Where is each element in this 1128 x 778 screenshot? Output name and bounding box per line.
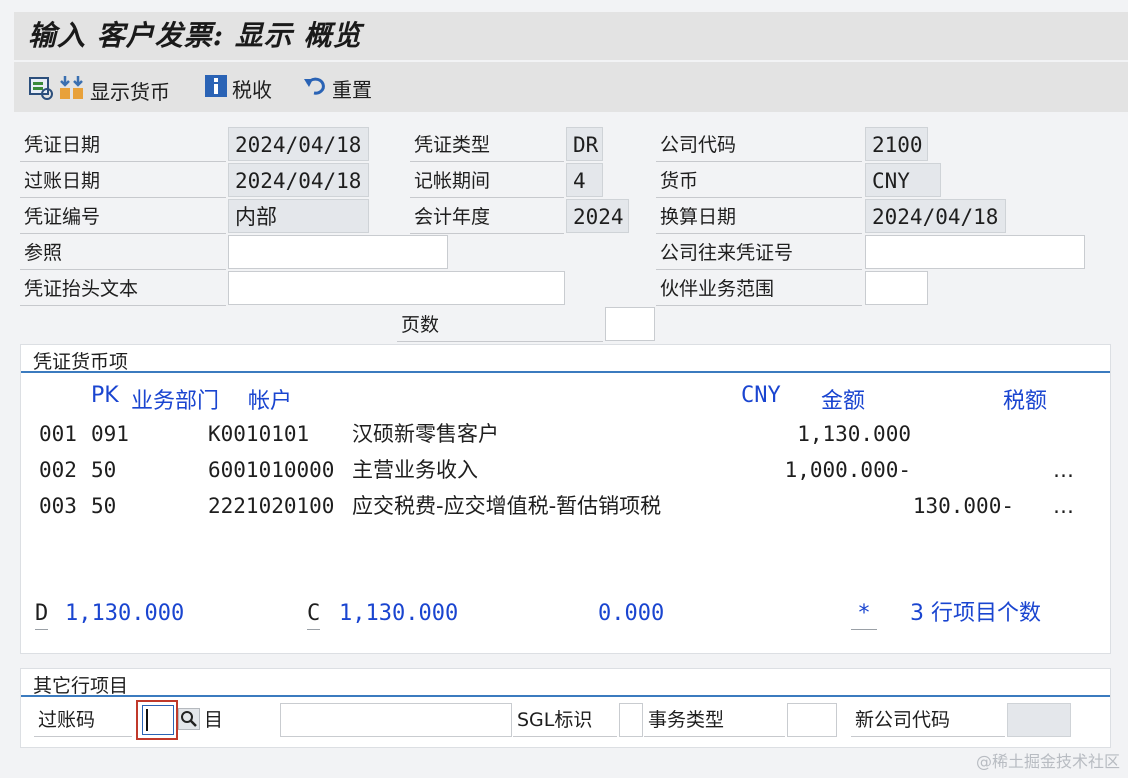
tax-button[interactable]: 税收 xyxy=(204,74,272,103)
row-pk: 50 xyxy=(91,458,117,482)
credit-label: C xyxy=(307,599,321,630)
line-item-count: 3 行项目个数 xyxy=(910,601,1041,626)
currency-field[interactable]: CNY xyxy=(865,163,941,197)
undo-icon xyxy=(302,74,328,103)
search-icon xyxy=(179,711,199,733)
balance-total: 0.000 xyxy=(598,601,665,626)
display-currency-button[interactable]: 显示货币 xyxy=(28,74,170,107)
col-pk-header: PK xyxy=(91,383,119,408)
col-amount-header: 金额 xyxy=(821,389,866,414)
period-field[interactable]: 4 xyxy=(566,163,603,197)
company-code-field[interactable]: 2100 xyxy=(865,127,928,161)
page-title: 输入 客户发票: 显示 概览 xyxy=(28,19,362,52)
row-more[interactable]: … xyxy=(1053,453,1074,487)
trans-type-label: 事务类型 xyxy=(644,703,785,737)
col-account-header: 帐户 xyxy=(248,389,293,414)
row-amount: 1,130.000 xyxy=(797,422,911,446)
posting-date-field[interactable]: 2024/04/18 xyxy=(228,163,369,197)
new-company-label: 新公司代码 xyxy=(851,703,1005,737)
items-group: 凭证货币项 PK 业务部门 帐户 CNY 金额 税额 001 091 K0010… xyxy=(20,344,1111,654)
company-code-label: 公司代码 xyxy=(656,128,862,162)
reference-input[interactable] xyxy=(228,235,448,269)
other-items-title: 其它行项目 xyxy=(33,675,129,697)
translation-date-label: 换算日期 xyxy=(656,200,862,234)
row-number: 001 xyxy=(39,422,77,446)
row-description: 主营业务收入 xyxy=(352,458,478,482)
row-description: 汉硕新零售客户 xyxy=(352,422,499,446)
row-description: 应交税费-应交增值税-暂估销项税 xyxy=(352,494,662,518)
trading-partner-input[interactable] xyxy=(865,271,928,305)
doc-type-label: 凭证类型 xyxy=(410,128,564,162)
reset-label: 重置 xyxy=(332,78,372,102)
period-label: 记帐期间 xyxy=(410,164,564,198)
col-currency-header: CNY xyxy=(741,383,781,408)
header-text-label: 凭证抬头文本 xyxy=(20,272,226,306)
row-tax: 130.000- xyxy=(912,494,1014,518)
info-icon xyxy=(204,74,228,103)
debit-total: 1,130.000 xyxy=(65,601,185,626)
search-help-button[interactable] xyxy=(178,708,200,730)
currency-label: 货币 xyxy=(656,164,862,198)
posting-key-label: 过账码 xyxy=(34,703,132,737)
col-ba-header: 业务部门 xyxy=(131,389,220,414)
account-input[interactable] xyxy=(280,703,512,737)
items-group-divider xyxy=(21,371,1110,373)
posting-key-inner xyxy=(142,705,174,735)
reset-button[interactable]: 重置 xyxy=(302,74,372,103)
row-account: 2221020100 xyxy=(208,494,335,518)
credit-total: 1,130.000 xyxy=(339,601,459,626)
doc-date-label: 凭证日期 xyxy=(20,128,226,162)
header-text-input[interactable] xyxy=(228,271,565,305)
table-row[interactable]: 001 091 K0010101 汉硕新零售客户 1,130.000 xyxy=(21,417,1111,451)
balance-status-star: * xyxy=(851,599,877,630)
translation-date-field[interactable]: 2024/04/18 xyxy=(865,199,1006,233)
currency-grid-icon xyxy=(58,74,86,107)
reference-label: 参照 xyxy=(20,236,226,270)
fiscal-year-field[interactable]: 2024 xyxy=(566,199,629,233)
display-currency-label: 显示货币 xyxy=(90,80,170,104)
toolbar xyxy=(14,62,1128,112)
intercompany-input[interactable] xyxy=(865,235,1085,269)
sgl-input[interactable] xyxy=(619,703,643,737)
debit-label: D xyxy=(35,599,49,630)
other-items-divider xyxy=(21,695,1110,697)
col-tax-header: 税额 xyxy=(1003,389,1048,414)
row-number: 003 xyxy=(39,494,77,518)
row-pk: 50 xyxy=(91,494,117,518)
new-company-field[interactable] xyxy=(1007,703,1071,737)
trading-partner-label: 伙伴业务范围 xyxy=(656,272,862,306)
intercompany-label: 公司往来凭证号 xyxy=(656,236,862,270)
table-row[interactable]: 002 50 6001010000 主营业务收入 1,000.000- … xyxy=(21,453,1111,487)
doc-number-label: 凭证编号 xyxy=(20,200,226,234)
tax-label: 税收 xyxy=(232,78,272,102)
doc-date-field[interactable]: 2024/04/18 xyxy=(228,127,369,161)
sgl-label: SGL标识 xyxy=(513,703,617,737)
table-row[interactable]: 003 50 2221020100 应交税费-应交增值税-暂估销项税 130.0… xyxy=(21,489,1111,523)
page-label: 页数 xyxy=(397,308,603,342)
row-account: 6001010000 xyxy=(208,458,335,482)
page-input[interactable] xyxy=(605,307,655,341)
row-pk: 091 xyxy=(91,422,129,446)
doc-type-field[interactable]: DR xyxy=(566,127,603,161)
row-amount: 1,000.000- xyxy=(784,458,911,482)
display-icon xyxy=(28,75,54,106)
trans-type-input[interactable] xyxy=(787,703,837,737)
row-account: K0010101 xyxy=(208,422,310,446)
fiscal-year-label: 会计年度 xyxy=(410,200,564,234)
items-group-title: 凭证货币项 xyxy=(33,351,129,373)
watermark: @稀土掘金技术社区 xyxy=(975,752,1120,771)
posting-key-input[interactable] xyxy=(136,700,178,740)
posting-date-label: 过账日期 xyxy=(20,164,226,198)
account-label: 目 xyxy=(200,703,240,737)
row-number: 002 xyxy=(39,458,77,482)
doc-number-field[interactable]: 内部 xyxy=(228,199,369,233)
row-more[interactable]: … xyxy=(1053,489,1074,523)
